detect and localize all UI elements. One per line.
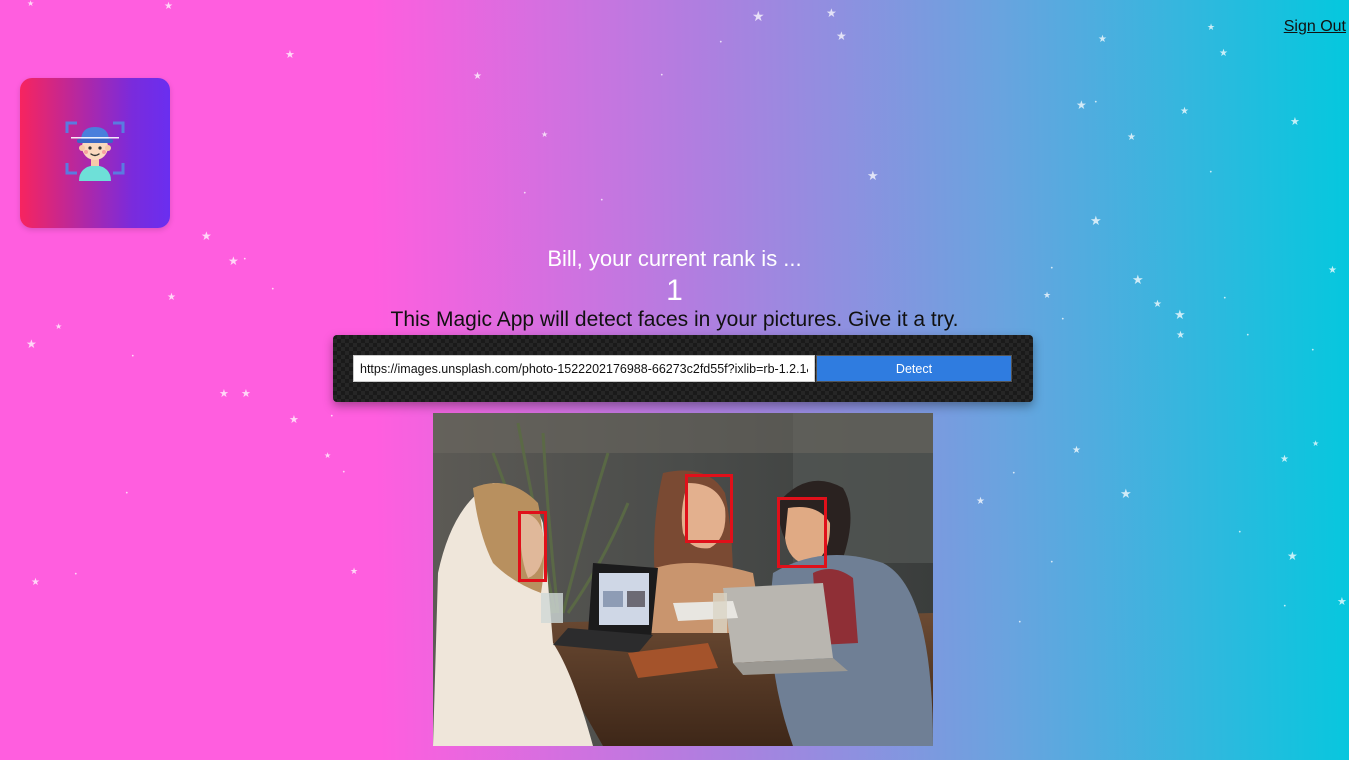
star-icon: • (330, 413, 334, 420)
app-tagline: This Magic App will detect faces in your… (390, 308, 959, 331)
star-icon: ★ (1337, 595, 1347, 608)
star-icon: • (523, 190, 527, 197)
face-box (518, 511, 547, 582)
star-icon: ★ (1098, 34, 1107, 45)
sign-out-link[interactable]: Sign Out (1284, 18, 1346, 36)
face-recognition-icon (63, 119, 127, 188)
star-icon: ★ (473, 71, 482, 82)
rank-value: 1 (666, 274, 683, 307)
app-logo[interactable] (20, 78, 170, 228)
star-icon: ★ (1207, 23, 1216, 33)
star-icon: ★ (219, 387, 229, 400)
star-icon: • (660, 72, 664, 79)
star-icon: ★ (1176, 330, 1185, 341)
star-icon: ★ (1312, 439, 1320, 448)
star-icon: ★ (31, 577, 40, 588)
star-icon: • (1018, 619, 1022, 626)
star-icon: ★ (1287, 549, 1298, 563)
star-icon: ★ (1290, 115, 1300, 128)
detected-image (433, 413, 933, 746)
star-icon: ★ (241, 387, 251, 400)
star-icon: ★ (201, 229, 212, 243)
star-icon: ★ (164, 1, 173, 12)
star-icon: ★ (26, 337, 37, 351)
star-icon: ★ (27, 0, 35, 8)
star-icon: • (342, 469, 346, 476)
star-icon: ★ (1120, 487, 1132, 502)
detect-button[interactable]: Detect (816, 355, 1012, 382)
star-icon: ★ (324, 451, 332, 460)
star-icon: ★ (1127, 132, 1136, 143)
star-icon: ★ (1180, 106, 1189, 117)
star-icon: • (131, 353, 135, 360)
star-icon: ★ (289, 413, 299, 426)
star-icon: • (74, 571, 78, 578)
star-icon: ★ (541, 130, 549, 139)
star-icon: ★ (1219, 48, 1228, 59)
image-url-form: Detect (333, 335, 1033, 402)
star-icon: • (1238, 529, 1242, 536)
star-icon: • (125, 490, 129, 497)
star-icon: ★ (1076, 98, 1087, 112)
group-photo (433, 413, 933, 746)
face-box (777, 497, 827, 568)
star-icon: • (1094, 99, 1098, 106)
star-icon: ★ (836, 29, 847, 43)
star-icon: ★ (1090, 214, 1102, 229)
star-icon: ★ (1072, 445, 1081, 456)
star-icon: • (719, 39, 723, 46)
star-icon: • (1311, 347, 1315, 354)
star-icon: ★ (752, 9, 765, 25)
star-icon: ★ (976, 496, 985, 507)
star-icon: • (1050, 559, 1054, 566)
star-icon: • (600, 197, 604, 204)
rank-message: Bill, your current rank is ... (547, 246, 802, 271)
star-icon: • (1246, 332, 1250, 339)
image-url-input[interactable] (353, 355, 815, 382)
star-icon: ★ (867, 169, 879, 184)
star-icon: ★ (350, 567, 359, 577)
face-box (685, 474, 733, 543)
star-icon: ★ (1280, 454, 1289, 465)
star-icon: ★ (285, 48, 295, 61)
star-icon: • (1012, 470, 1016, 477)
star-icon: ★ (826, 6, 837, 20)
star-icon: • (1209, 169, 1213, 176)
star-icon: • (1283, 603, 1287, 610)
